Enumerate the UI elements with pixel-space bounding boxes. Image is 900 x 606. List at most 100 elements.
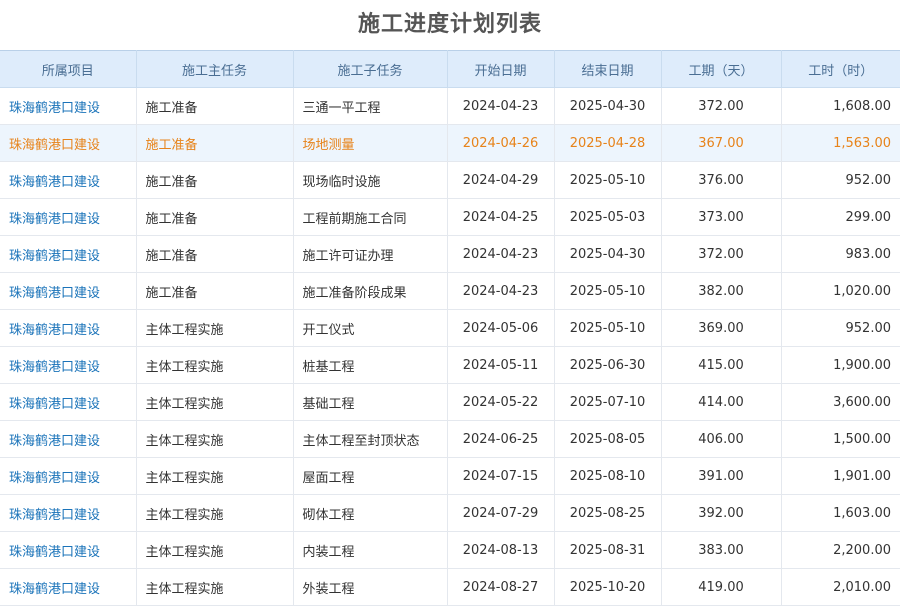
cell-main-task: 主体工程实施 bbox=[135, 346, 294, 384]
cell-end-date: 2025-04-28 bbox=[553, 124, 662, 162]
cell-duration-days: 367.00 bbox=[660, 124, 782, 162]
column-header-start-date[interactable]: 开始日期 bbox=[446, 50, 555, 88]
cell-start-date: 2024-04-23 bbox=[446, 87, 555, 125]
cell-project[interactable]: 珠海鹤港口建设 bbox=[0, 309, 137, 347]
cell-project[interactable]: 珠海鹤港口建设 bbox=[0, 124, 137, 162]
table-row[interactable]: 珠海鹤港口建设 施工准备 现场临时设施 2024-04-29 2025-05-10 376… bbox=[0, 161, 900, 199]
schedule-table: 所属项目 施工主任务 施工子任务 开始日期 结束日期 工期（天） 工时（时） 珠… bbox=[0, 50, 900, 606]
table-row[interactable]: 珠海鹤港口建设 施工准备 工程前期施工合同 2024-04-25 2025-05-03 3… bbox=[0, 198, 900, 236]
cell-end-date: 2025-07-10 bbox=[553, 383, 662, 421]
cell-end-date: 2025-05-10 bbox=[553, 309, 662, 347]
cell-end-date: 2025-04-30 bbox=[553, 87, 662, 125]
cell-sub-task: 场地测量 bbox=[292, 124, 448, 162]
cell-start-date: 2024-04-25 bbox=[446, 198, 555, 236]
cell-project[interactable]: 珠海鹤港口建设 bbox=[0, 383, 137, 421]
cell-main-task: 主体工程实施 bbox=[135, 457, 294, 495]
table-row[interactable]: 珠海鹤港口建设 主体工程实施 屋面工程 2024-07-15 2025-08-10 391… bbox=[0, 457, 900, 495]
cell-duration-days: 391.00 bbox=[660, 457, 782, 495]
cell-project[interactable]: 珠海鹤港口建设 bbox=[0, 161, 137, 199]
table-row[interactable]: 珠海鹤港口建设 主体工程实施 砌体工程 2024-07-29 2025-08-25 392… bbox=[0, 494, 900, 532]
cell-main-task: 施工准备 bbox=[135, 87, 294, 125]
cell-work-hours: 952.00 bbox=[780, 161, 900, 199]
table-row[interactable]: 珠海鹤港口建设 主体工程实施 主体工程至封顶状态 2024-06-25 2025-08-… bbox=[0, 420, 900, 458]
cell-project[interactable]: 珠海鹤港口建设 bbox=[0, 494, 137, 532]
cell-sub-task: 桩基工程 bbox=[292, 346, 448, 384]
cell-end-date: 2025-06-30 bbox=[553, 346, 662, 384]
cell-project[interactable]: 珠海鹤港口建设 bbox=[0, 87, 137, 125]
cell-start-date: 2024-06-25 bbox=[446, 420, 555, 458]
cell-project[interactable]: 珠海鹤港口建设 bbox=[0, 198, 137, 236]
cell-work-hours: 1,603.00 bbox=[780, 494, 900, 532]
cell-end-date: 2025-08-25 bbox=[553, 494, 662, 532]
column-header-main-task[interactable]: 施工主任务 bbox=[135, 50, 294, 88]
cell-work-hours: 1,500.00 bbox=[780, 420, 900, 458]
cell-sub-task: 屋面工程 bbox=[292, 457, 448, 495]
cell-sub-task: 现场临时设施 bbox=[292, 161, 448, 199]
cell-end-date: 2025-05-10 bbox=[553, 272, 662, 310]
table-row[interactable]: 珠海鹤港口建设 施工准备 施工许可证办理 2024-04-23 2025-04-30 37… bbox=[0, 235, 900, 273]
cell-work-hours: 1,608.00 bbox=[780, 87, 900, 125]
column-header-sub-task[interactable]: 施工子任务 bbox=[292, 50, 448, 88]
table-row[interactable]: 珠海鹤港口建设 主体工程实施 桩基工程 2024-05-11 2025-06-30 415… bbox=[0, 346, 900, 384]
cell-work-hours: 1,020.00 bbox=[780, 272, 900, 310]
table-row[interactable]: 珠海鹤港口建设 施工准备 场地测量 2024-04-26 2025-04-28 367.0… bbox=[0, 124, 900, 162]
cell-work-hours: 1,901.00 bbox=[780, 457, 900, 495]
cell-start-date: 2024-04-29 bbox=[446, 161, 555, 199]
header-row: 所属项目 施工主任务 施工子任务 开始日期 结束日期 工期（天） 工时（时） bbox=[0, 50, 900, 88]
cell-start-date: 2024-07-15 bbox=[446, 457, 555, 495]
cell-start-date: 2024-04-23 bbox=[446, 235, 555, 273]
cell-project[interactable]: 珠海鹤港口建设 bbox=[0, 235, 137, 273]
cell-start-date: 2024-07-29 bbox=[446, 494, 555, 532]
cell-end-date: 2025-08-31 bbox=[553, 531, 662, 569]
column-header-end-date[interactable]: 结束日期 bbox=[553, 50, 662, 88]
cell-duration-days: 372.00 bbox=[660, 235, 782, 273]
cell-end-date: 2025-04-30 bbox=[553, 235, 662, 273]
cell-project[interactable]: 珠海鹤港口建设 bbox=[0, 457, 137, 495]
column-header-work-hours[interactable]: 工时（时） bbox=[780, 50, 900, 88]
cell-end-date: 2025-05-03 bbox=[553, 198, 662, 236]
cell-project[interactable]: 珠海鹤港口建设 bbox=[0, 346, 137, 384]
cell-project[interactable]: 珠海鹤港口建设 bbox=[0, 272, 137, 310]
table-row[interactable]: 珠海鹤港口建设 主体工程实施 内装工程 2024-08-13 2025-08-31 383… bbox=[0, 531, 900, 569]
cell-sub-task: 工程前期施工合同 bbox=[292, 198, 448, 236]
cell-project[interactable]: 珠海鹤港口建设 bbox=[0, 420, 137, 458]
cell-start-date: 2024-08-13 bbox=[446, 531, 555, 569]
table-header: 所属项目 施工主任务 施工子任务 开始日期 结束日期 工期（天） 工时（时） bbox=[0, 50, 900, 88]
cell-project[interactable]: 珠海鹤港口建设 bbox=[0, 531, 137, 569]
cell-work-hours: 3,600.00 bbox=[780, 383, 900, 421]
column-header-project[interactable]: 所属项目 bbox=[0, 50, 137, 88]
cell-work-hours: 1,563.00 bbox=[780, 124, 900, 162]
table-row[interactable]: 珠海鹤港口建设 主体工程实施 基础工程 2024-05-22 2025-07-10 414… bbox=[0, 383, 900, 421]
cell-main-task: 主体工程实施 bbox=[135, 420, 294, 458]
table-row[interactable]: 珠海鹤港口建设 施工准备 三通一平工程 2024-04-23 2025-04-30 372… bbox=[0, 87, 900, 125]
cell-sub-task: 开工仪式 bbox=[292, 309, 448, 347]
column-header-duration-days[interactable]: 工期（天） bbox=[660, 50, 782, 88]
cell-duration-days: 373.00 bbox=[660, 198, 782, 236]
cell-work-hours: 2,200.00 bbox=[780, 531, 900, 569]
cell-end-date: 2025-08-10 bbox=[553, 457, 662, 495]
cell-duration-days: 383.00 bbox=[660, 531, 782, 569]
cell-sub-task: 施工准备阶段成果 bbox=[292, 272, 448, 310]
cell-duration-days: 414.00 bbox=[660, 383, 782, 421]
cell-end-date: 2025-05-10 bbox=[553, 161, 662, 199]
cell-main-task: 主体工程实施 bbox=[135, 494, 294, 532]
cell-main-task: 施工准备 bbox=[135, 235, 294, 273]
cell-duration-days: 382.00 bbox=[660, 272, 782, 310]
cell-sub-task: 施工许可证办理 bbox=[292, 235, 448, 273]
cell-main-task: 主体工程实施 bbox=[135, 531, 294, 569]
cell-work-hours: 299.00 bbox=[780, 198, 900, 236]
table-row[interactable]: 珠海鹤港口建设 施工准备 施工准备阶段成果 2024-04-23 2025-05-10 3… bbox=[0, 272, 900, 310]
cell-sub-task: 砌体工程 bbox=[292, 494, 448, 532]
cell-sub-task: 内装工程 bbox=[292, 531, 448, 569]
cell-duration-days: 392.00 bbox=[660, 494, 782, 532]
schedule-page: 施工进度计划列表 所属项目 施工主任务 施工子任务 开始日期 结束日期 工期（天… bbox=[0, 0, 900, 606]
cell-end-date: 2025-08-05 bbox=[553, 420, 662, 458]
cell-duration-days: 376.00 bbox=[660, 161, 782, 199]
cell-main-task: 施工准备 bbox=[135, 161, 294, 199]
cell-start-date: 2024-05-11 bbox=[446, 346, 555, 384]
cell-work-hours: 983.00 bbox=[780, 235, 900, 273]
table-row[interactable]: 珠海鹤港口建设 主体工程实施 开工仪式 2024-05-06 2025-05-10 369… bbox=[0, 309, 900, 347]
page-title: 施工进度计划列表 bbox=[357, 12, 542, 37]
cell-main-task: 主体工程实施 bbox=[135, 309, 294, 347]
cell-main-task: 施工准备 bbox=[135, 272, 294, 310]
